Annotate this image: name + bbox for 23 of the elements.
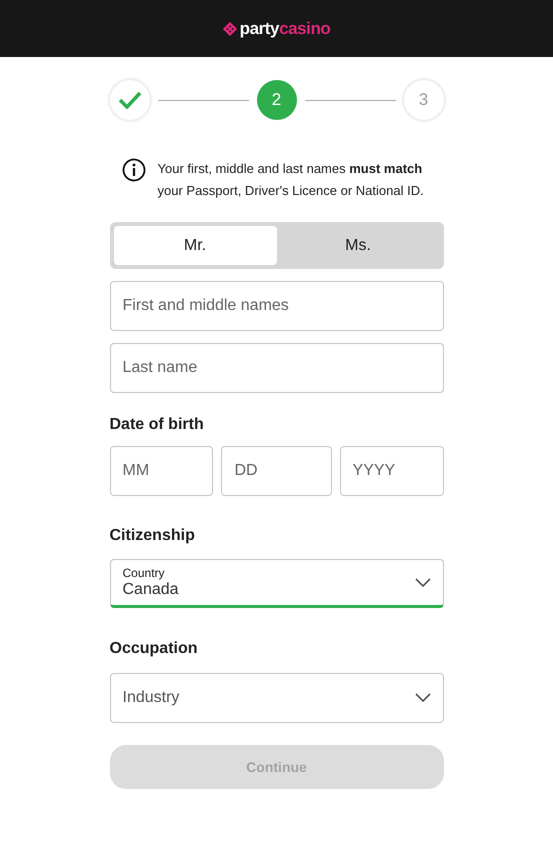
- country-value: Canada: [122, 580, 179, 600]
- notice-text: Your first, middle and last names must match your Passport, Driver's Licence or National ID.: [158, 160, 425, 200]
- country-select[interactable]: Country Canada: [110, 559, 444, 608]
- logo-text: partycasino: [240, 18, 330, 40]
- step-current: 2: [256, 80, 296, 120]
- dob-label: Date of birth: [110, 415, 205, 435]
- chevron-down-icon: [414, 693, 430, 703]
- citizenship-label: Citizenship: [110, 526, 196, 546]
- date-field[interactable]: MM: [110, 446, 214, 496]
- date-field[interactable]: DD: [221, 446, 332, 496]
- title-option[interactable]: Ms.: [276, 226, 440, 265]
- country-floating-label: Country: [122, 566, 166, 580]
- info-icon: [122, 158, 146, 182]
- name-field[interactable]: Last name: [110, 343, 444, 393]
- industry-placeholder: Industry: [122, 688, 180, 708]
- date-field[interactable]: YYYY: [340, 446, 444, 496]
- occupation-label: Occupation: [110, 639, 199, 659]
- step-upcoming: 3: [404, 80, 444, 120]
- title-option[interactable]: Mr.: [114, 226, 276, 265]
- name-field[interactable]: First and middle names: [110, 281, 444, 331]
- industry-select[interactable]: Industry: [110, 673, 444, 723]
- check-icon: [118, 91, 142, 109]
- chevron-down-icon: [414, 578, 430, 588]
